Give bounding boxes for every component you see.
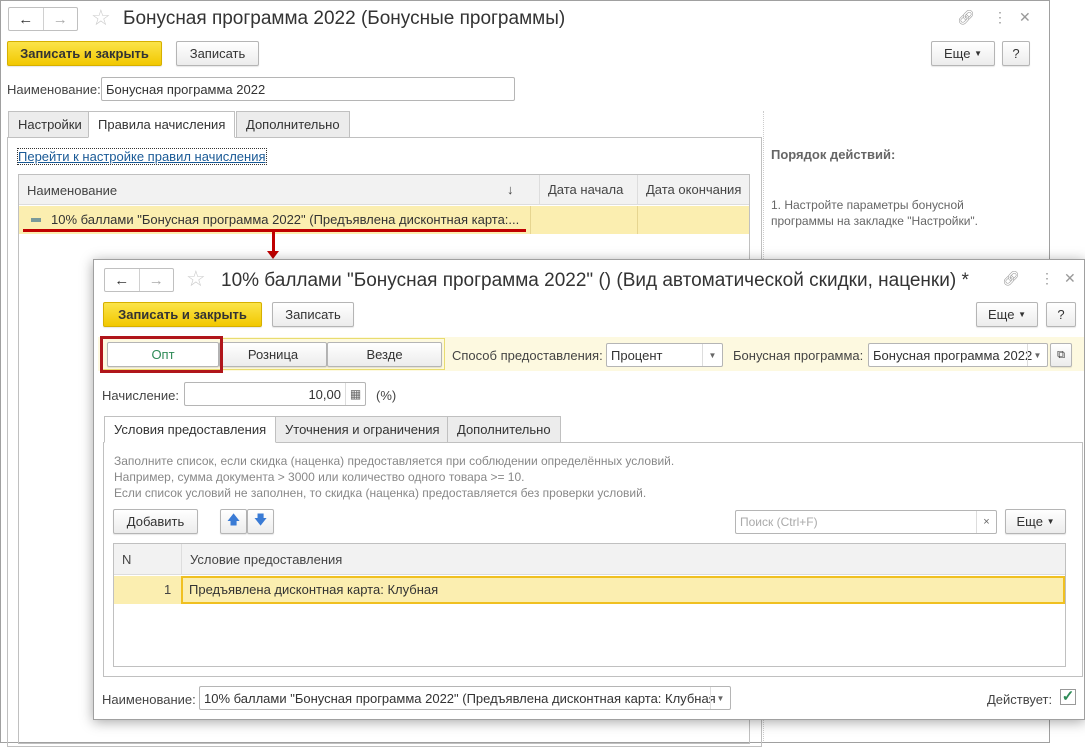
more-button[interactable]: Еще ▼ <box>976 302 1038 327</box>
search-input[interactable]: Поиск (Ctrl+F) × <box>735 510 997 534</box>
save-button[interactable]: Записать <box>176 41 259 66</box>
column-n[interactable]: N <box>122 552 131 567</box>
star-icon[interactable]: ☆ <box>91 5 111 31</box>
accrual-input[interactable]: 10,00 ▦ <box>184 382 366 406</box>
tab-settings[interactable]: Настройки <box>8 111 92 138</box>
accrual-value: 10,00 <box>308 386 341 402</box>
more-label: Еще <box>1016 514 1043 529</box>
row-condition: Предъявлена дисконтная карта: Клубная <box>189 582 439 597</box>
add-button[interactable]: Добавить <box>113 509 198 534</box>
segment-retail[interactable]: Розница <box>219 342 327 367</box>
close-icon[interactable]: ✕ <box>1064 270 1076 287</box>
nav-buttons: ← → <box>104 268 174 292</box>
star-icon[interactable]: ☆ <box>186 266 206 292</box>
back-icon[interactable]: ← <box>105 269 139 291</box>
tab-refinements[interactable]: Уточнения и ограничения <box>275 416 450 443</box>
column-name[interactable]: Наименование <box>27 183 117 198</box>
row-name: 10% баллами "Бонусная программа 2022" (П… <box>51 212 520 227</box>
name-input[interactable]: Бонусная программа 2022 <box>101 77 515 101</box>
sidebar-step: 1. Настройте параметры бонусной программ… <box>771 198 978 228</box>
tab-conditions[interactable]: Условия предоставления <box>104 416 277 443</box>
save-button[interactable]: Записать <box>272 302 354 327</box>
row-condition-cell: Предъявлена дисконтная карта: Клубная <box>181 576 1065 604</box>
program-value: Бонусная программа 2022 <box>873 347 1033 363</box>
save-close-button[interactable]: Записать и закрыть <box>7 41 162 66</box>
nav-buttons: ← → <box>8 7 78 31</box>
move-down-icon[interactable]: 🡇 <box>247 509 274 534</box>
name-label: Наименование: <box>102 692 196 707</box>
column-start-date[interactable]: Дата начала <box>539 175 623 205</box>
row-n: 1 <box>164 582 172 597</box>
table-header: Наименование ↓ Дата начала Дата окончани… <box>19 175 749 205</box>
hint-line: Заполните список, если скидка (наценка) … <box>114 454 675 468</box>
sidebar-heading: Порядок действий: <box>771 147 896 162</box>
more-label: Еще <box>988 307 1015 322</box>
name-label: Наименование: <box>7 82 101 97</box>
menu-icon[interactable]: ⋮ <box>1040 270 1054 287</box>
name-value: 10% баллами "Бонусная программа 2022" (П… <box>204 690 716 706</box>
column-end-date[interactable]: Дата окончания <box>637 175 741 205</box>
sort-icon: ↓ <box>507 182 514 197</box>
program-label: Бонусная программа: <box>733 348 864 363</box>
tab-accrual-rules[interactable]: Правила начисления <box>88 111 236 138</box>
method-select[interactable]: Процент ▼ <box>606 343 723 367</box>
save-close-button[interactable]: Записать и закрыть <box>103 302 262 327</box>
tab-additional[interactable]: Дополнительно <box>447 416 561 443</box>
active-label: Действует: <box>987 692 1053 707</box>
window-title: Бонусная программа 2022 (Бонусные програ… <box>123 8 566 29</box>
forward-icon[interactable]: → <box>42 8 78 30</box>
row-start <box>530 206 531 234</box>
table-header: N Условие предоставления <box>114 544 1065 575</box>
close-icon[interactable]: ✕ <box>1019 9 1031 26</box>
tab-additional[interactable]: Дополнительно <box>236 111 350 138</box>
back-icon[interactable]: ← <box>9 8 43 30</box>
accrual-label: Начисление: <box>102 388 179 403</box>
annotation-box <box>100 336 223 373</box>
accrual-settings-link[interactable]: Перейти к настройке правил начисления <box>17 148 267 165</box>
link-icon[interactable]: 🔗︎ <box>957 9 975 26</box>
chevron-down-icon[interactable]: ▼ <box>1027 344 1047 366</box>
method-value: Процент <box>611 347 663 363</box>
annotation-arrowhead <box>267 251 279 259</box>
name-select[interactable]: 10% баллами "Бонусная программа 2022" (П… <box>199 686 731 710</box>
accrual-unit: (%) <box>376 388 397 403</box>
menu-icon[interactable]: ⋮ <box>993 9 1007 26</box>
active-checkbox[interactable]: ✓ <box>1060 689 1076 705</box>
dialog-title: 10% баллами "Бонусная программа 2022" ()… <box>221 270 969 291</box>
method-label: Способ предоставления: <box>452 348 603 363</box>
discount-dialog: ← → ☆ 10% баллами "Бонусная программа 202… <box>93 259 1085 720</box>
segment-everywhere[interactable]: Везде <box>327 342 442 367</box>
move-up-icon[interactable]: 🡅 <box>220 509 247 534</box>
forward-icon[interactable]: → <box>138 269 174 291</box>
hint-line: Например, сумма документа > 3000 или кол… <box>114 470 525 484</box>
search-placeholder: Поиск (Ctrl+F) <box>740 515 818 529</box>
table-row[interactable]: 1 Предъявлена дисконтная карта: Клубная <box>114 576 1065 604</box>
more-button[interactable]: Еще ▼ <box>931 41 995 66</box>
hint-line: Если список условий не заполнен, то скид… <box>114 486 647 500</box>
clear-icon[interactable]: × <box>976 511 996 533</box>
chevron-down-icon[interactable]: ▼ <box>702 344 722 366</box>
column-condition[interactable]: Условие предоставления <box>181 544 342 575</box>
open-icon[interactable]: ⧉ <box>1050 343 1072 367</box>
hint-text: Заполните список, если скидка (наценка) … <box>114 453 674 501</box>
help-button[interactable]: ? <box>1046 302 1076 327</box>
group-collapse-icon[interactable] <box>31 218 41 222</box>
row-end <box>637 206 638 234</box>
calculator-icon[interactable]: ▦ <box>345 383 365 405</box>
more-label: Еще <box>944 46 971 61</box>
link-icon[interactable]: 🔗︎ <box>1002 270 1020 287</box>
conditions-table: N Условие предоставления 1 Предъявлена д… <box>113 543 1066 667</box>
program-select[interactable]: Бонусная программа 2022 ▼ <box>868 343 1048 367</box>
chevron-down-icon[interactable]: ▼ <box>710 687 730 709</box>
more-button-table[interactable]: Еще ▼ <box>1005 509 1066 534</box>
help-button[interactable]: ? <box>1002 41 1030 66</box>
annotation-arrow <box>272 231 275 253</box>
